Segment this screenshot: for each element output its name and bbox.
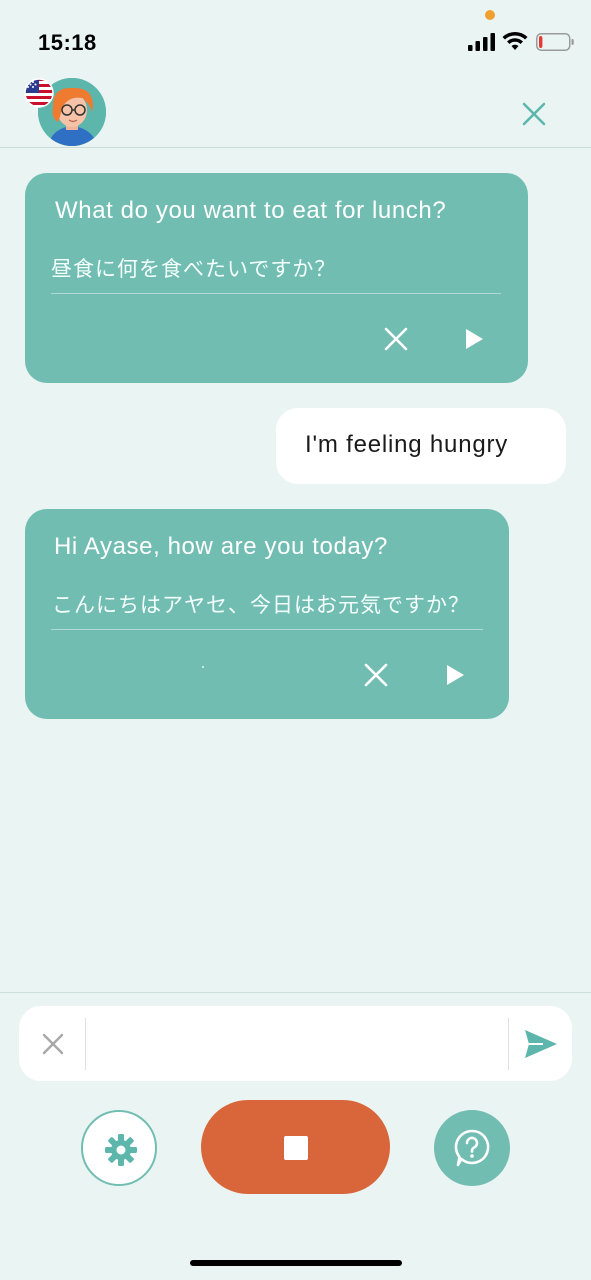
stop-icon — [284, 1136, 308, 1160]
us-flag-icon — [24, 78, 54, 108]
play-icon[interactable] — [436, 657, 472, 693]
mic-indicator-dot — [485, 10, 495, 20]
message-input[interactable] — [91, 1016, 501, 1071]
message-english-text: Hi Ayase, how are you today? — [54, 533, 388, 560]
input-divider — [0, 992, 591, 993]
bot-message: What do you want to eat for lunch? 昼食に何を… — [25, 173, 528, 383]
gear-icon — [105, 1134, 137, 1166]
message-divider — [51, 293, 501, 294]
message-english-text: What do you want to eat for lunch? — [55, 197, 447, 224]
message-japanese-text: こんにちはアヤセ、今日はお元気ですか？ — [52, 593, 470, 617]
battery-icon — [536, 33, 574, 51]
user-message: I'm feeling hungry — [276, 408, 566, 484]
cellular-signal-icon — [468, 33, 495, 51]
bot-message: Hi Ayase, how are you today? こんにちはアヤセ、今日… — [25, 509, 509, 719]
message-input-bar — [19, 1006, 572, 1081]
close-icon[interactable] — [378, 321, 414, 357]
settings-button[interactable] — [81, 1110, 157, 1186]
clear-input-icon[interactable] — [39, 1030, 67, 1058]
question-bubble-icon — [454, 1129, 490, 1167]
input-separator — [85, 1018, 86, 1070]
help-button[interactable] — [434, 1110, 510, 1186]
message-divider — [51, 629, 483, 630]
status-time: 15:18 — [38, 30, 97, 55]
play-icon[interactable] — [455, 321, 491, 357]
send-icon[interactable] — [523, 1028, 559, 1060]
home-indicator — [190, 1260, 402, 1266]
wifi-icon — [502, 31, 528, 50]
close-icon[interactable] — [358, 657, 394, 693]
message-japanese-text: 昼食に何を食べたいですか？ — [51, 257, 337, 281]
chat-header — [0, 72, 591, 148]
stop-recording-button[interactable] — [201, 1100, 390, 1194]
input-separator — [508, 1018, 509, 1070]
decorative-dot — [202, 666, 204, 668]
user-message-text: I'm feeling hungry — [305, 431, 509, 458]
close-icon[interactable] — [518, 98, 550, 130]
status-bar: 15:18 — [0, 0, 591, 80]
